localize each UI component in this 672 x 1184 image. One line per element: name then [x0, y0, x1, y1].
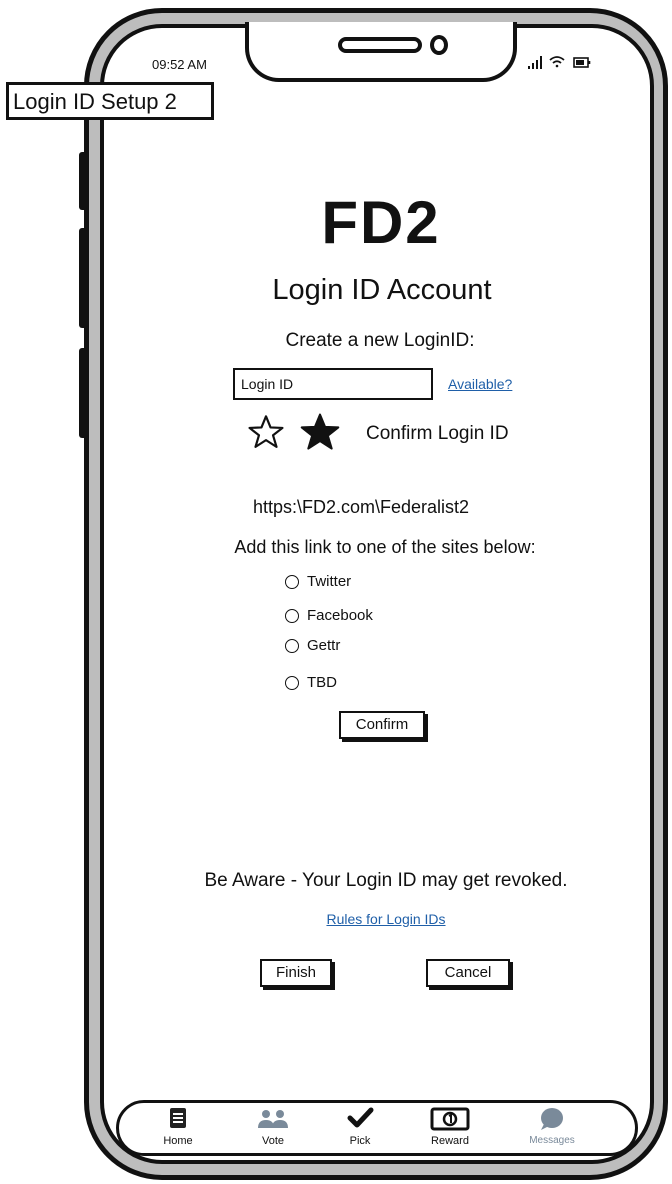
radio-button[interactable]	[285, 574, 299, 589]
page-title: Login ID Account	[272, 274, 492, 306]
site-option-label: Facebook	[307, 607, 373, 624]
availability-link[interactable]: Available?	[448, 376, 512, 392]
tab-label: Pick	[349, 1135, 371, 1147]
screen-label: Login ID Setup 2	[6, 82, 214, 120]
chat-bubble-icon	[541, 1108, 563, 1130]
create-login-prompt: Create a new LoginID:	[285, 330, 475, 351]
site-option-label: TBD	[307, 674, 337, 691]
confirm-button[interactable]: Confirm	[339, 711, 425, 739]
tab-messages[interactable]: Messages	[522, 1102, 582, 1154]
star-outline-icon[interactable]	[247, 414, 285, 450]
status-icons	[528, 56, 591, 69]
signal-icon	[528, 56, 542, 69]
link-instruction: Add this link to one of the sites below:	[234, 537, 536, 557]
site-option-gettr[interactable]: Gettr	[285, 637, 340, 654]
site-option-facebook[interactable]: Facebook	[285, 607, 373, 624]
radio-button[interactable]	[285, 638, 299, 653]
site-option-label: Twitter	[307, 573, 352, 590]
document-icon	[170, 1108, 186, 1128]
login-id-input[interactable]	[233, 368, 433, 400]
speaker-icon	[338, 37, 422, 53]
site-option-tbd[interactable]: TBD	[285, 674, 337, 691]
confirm-login-id-label: Confirm Login ID	[366, 423, 509, 444]
brand-logo: FD2	[321, 189, 441, 256]
rules-link[interactable]: Rules for Login IDs	[326, 911, 445, 927]
phone-side-button	[79, 348, 87, 438]
site-option-twitter[interactable]: Twitter	[285, 573, 351, 590]
radio-button[interactable]	[285, 675, 299, 690]
tab-label: Vote	[261, 1135, 285, 1147]
star-filled-icon[interactable]	[299, 412, 341, 452]
status-time: 09:52 AM	[152, 57, 207, 72]
tab-label: Home	[163, 1135, 193, 1147]
radio-button[interactable]	[285, 608, 299, 623]
tab-label: Messages	[529, 1135, 575, 1146]
tab-reward[interactable]: Reward	[420, 1102, 480, 1154]
checkmark-icon	[347, 1107, 374, 1128]
tab-home[interactable]: Home	[148, 1102, 208, 1154]
battery-icon	[573, 57, 591, 68]
cancel-button[interactable]: Cancel	[426, 959, 510, 987]
camera-icon	[430, 35, 448, 55]
tab-vote[interactable]: Vote	[243, 1102, 303, 1154]
people-icon	[258, 1110, 288, 1128]
tab-pick[interactable]: Pick	[330, 1102, 390, 1154]
revocation-warning: Be Aware - Your Login ID may get revoked…	[204, 870, 568, 891]
banknote-icon	[430, 1107, 470, 1131]
wifi-icon	[549, 56, 565, 68]
site-option-label: Gettr	[307, 637, 341, 654]
profile-url: https:\FD2.com\Federalist2	[252, 497, 470, 517]
finish-button[interactable]: Finish	[260, 959, 332, 987]
tab-label: Reward	[431, 1135, 469, 1147]
